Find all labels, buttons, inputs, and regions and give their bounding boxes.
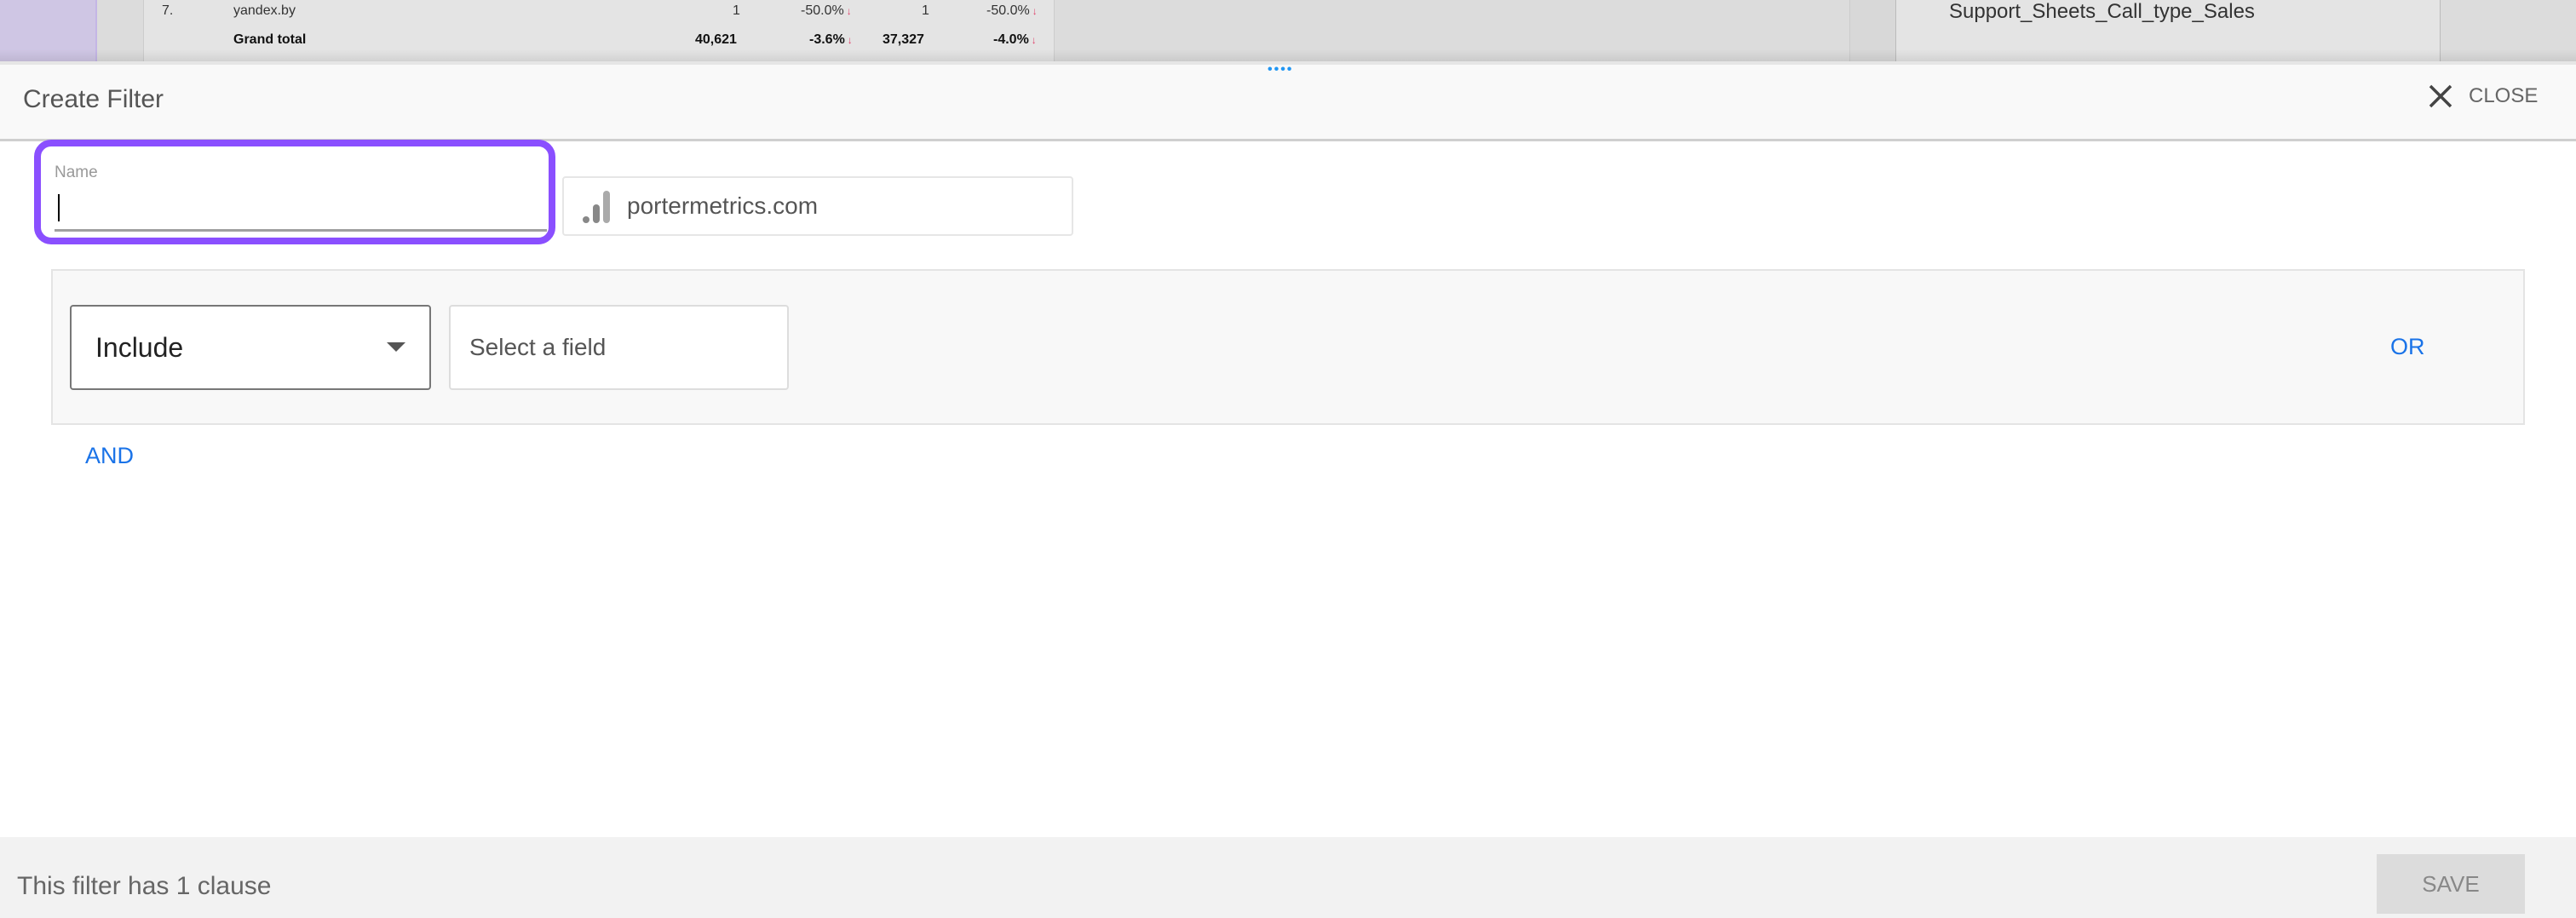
shadow [0,49,2576,61]
down-arrow-icon: ↓ [846,5,852,17]
dropdown-arrow-icon [387,342,405,352]
change-text: -50.0% [801,3,844,18]
grand-total-value-1: 40,621 [695,32,737,47]
resize-handle-icon[interactable]: •••• [1268,63,1293,77]
down-arrow-icon: ↓ [1032,5,1038,17]
close-icon [2429,84,2452,108]
row-change-1: -50.0% ↓ [801,3,852,19]
dialog-footer [0,837,2576,918]
grand-total-change-2: -4.0% ↓ [993,32,1037,48]
name-input[interactable] [55,189,547,232]
save-button[interactable]: SAVE [2377,854,2525,914]
change-text: -3.6% [809,32,845,47]
change-text: -50.0% [986,3,1030,18]
analytics-icon [583,191,610,223]
row-index: 7. [162,3,174,18]
name-label: Name [55,164,98,181]
background-report: 7. yandex.by 1 -50.0% ↓ 1 -50.0% ↓ Grand t… [0,0,2576,61]
change-text: -4.0% [993,32,1029,47]
data-source-selector[interactable]: portermetrics.com [562,176,1073,236]
field-select-placeholder: Select a field [469,334,607,360]
grand-total-label: Grand total [233,32,307,47]
include-exclude-select[interactable]: Include [70,305,431,390]
row-value-2: 1 [922,3,929,18]
row-value-1: 1 [733,3,740,18]
and-button[interactable]: AND [85,443,134,469]
dialog-title: Create Filter [23,85,164,113]
close-button[interactable]: CLOSE [2428,83,2538,109]
include-select-value: Include [95,331,184,363]
grand-total-change-1: -3.6% ↓ [809,32,853,48]
down-arrow-icon: ↓ [1031,34,1037,46]
report-field-name: Support_Sheets_Call_type_Sales [1949,0,2255,23]
row-name: yandex.by [233,3,296,18]
clause-count-status: This filter has 1 clause [17,872,272,900]
grand-total-value-2: 37,327 [883,32,924,47]
row-change-2: -50.0% ↓ [986,3,1038,19]
data-source-name: portermetrics.com [627,192,819,219]
text-cursor [58,194,60,221]
close-label: CLOSE [2469,84,2539,107]
or-button[interactable]: OR [2390,334,2425,360]
down-arrow-icon: ↓ [847,34,853,46]
field-select[interactable]: Select a field [449,305,789,390]
